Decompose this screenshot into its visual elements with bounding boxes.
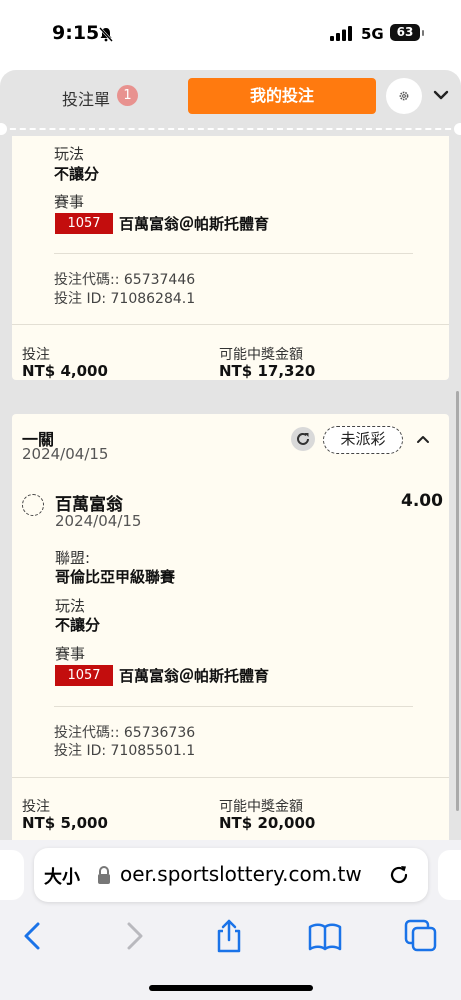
refresh-button[interactable] bbox=[291, 427, 315, 451]
forward-icon[interactable] bbox=[116, 918, 152, 954]
divider bbox=[54, 253, 413, 254]
play-value: 不讓分 bbox=[54, 165, 100, 183]
selection-status-icon bbox=[22, 494, 44, 516]
event-label: 賽事 bbox=[55, 645, 86, 663]
event-label: 賽事 bbox=[54, 193, 85, 211]
address-bar[interactable]: 大小 oer.sportslottery.com.tw bbox=[34, 848, 428, 902]
tabs-icon[interactable] bbox=[403, 918, 439, 954]
chevron-down-icon[interactable] bbox=[432, 88, 450, 102]
previous-tab-preview[interactable] bbox=[0, 850, 24, 900]
share-icon[interactable] bbox=[211, 918, 247, 954]
battery-icon: 63 bbox=[390, 24, 424, 41]
bell-muted-icon bbox=[99, 27, 113, 42]
event-number-badge: 1057 bbox=[55, 665, 113, 686]
bet-date: 2024/04/15 bbox=[22, 445, 109, 463]
status-badge: 未派彩 bbox=[323, 426, 403, 454]
tab-bet-slip[interactable]: 投注單 bbox=[62, 86, 110, 110]
scrollbar[interactable] bbox=[456, 391, 459, 811]
event-name: 百萬富翁＠帕斯托體育 bbox=[119, 667, 270, 685]
bets-list[interactable]: 玩法 不讓分 賽事 1057 百萬富翁＠帕斯托體育 投注代碼:: 6573744… bbox=[0, 136, 461, 840]
lock-icon bbox=[98, 866, 110, 884]
stake-value: NT$ 4,000 bbox=[22, 362, 108, 380]
event-name: 百萬富翁＠帕斯托體育 bbox=[119, 215, 270, 233]
tab-my-bets[interactable]: 我的投注 bbox=[188, 78, 376, 114]
ticket-notch-right bbox=[454, 123, 461, 135]
stake-label: 投注 bbox=[22, 347, 50, 363]
chevron-up-icon[interactable] bbox=[416, 434, 430, 444]
url-text[interactable]: oer.sportslottery.com.tw bbox=[120, 862, 372, 886]
stake-label: 投注 bbox=[22, 799, 50, 815]
stake-value: NT$ 5,000 bbox=[22, 814, 108, 832]
play-value: 不讓分 bbox=[55, 616, 101, 634]
next-tab-preview[interactable] bbox=[438, 850, 461, 900]
back-icon[interactable] bbox=[16, 918, 52, 954]
odds-value: 4.00 bbox=[401, 491, 443, 511]
divider bbox=[0, 128, 461, 130]
refresh-icon bbox=[297, 432, 309, 445]
sheet-header: 投注單 1 我的投注 bbox=[0, 70, 461, 128]
event-number-badge: 1057 bbox=[55, 213, 113, 234]
cell-signal-icon bbox=[330, 26, 352, 41]
selection-date: 2024/04/15 bbox=[55, 512, 142, 530]
gear-icon bbox=[399, 91, 409, 101]
status-bar: 9:15 5G 63 bbox=[0, 0, 461, 66]
play-label: 玩法 bbox=[54, 145, 85, 163]
bet-sheet: 投注單 1 我的投注 玩法 不讓分 賽事 1057 百萬富翁＠帕斯托體育 投注代… bbox=[0, 70, 461, 840]
bet-card: 一關 2024/04/15 未派彩 百萬富翁 2024/04/15 4.00 聯… bbox=[12, 414, 449, 840]
page-settings-button[interactable]: 大小 bbox=[44, 863, 80, 889]
bookmarks-icon[interactable] bbox=[307, 918, 343, 954]
bet-code: 投注代碼:: 65736736 bbox=[54, 725, 196, 741]
clock: 9:15 bbox=[52, 22, 100, 44]
browser-toolbar: 大小 oer.sportslottery.com.tw bbox=[0, 840, 461, 1000]
play-label: 玩法 bbox=[55, 597, 86, 615]
ticket-notch-left bbox=[0, 123, 7, 135]
payout-label: 可能中獎金額 bbox=[219, 799, 303, 815]
league-label: 聯盟: bbox=[55, 549, 91, 567]
reload-icon[interactable] bbox=[386, 862, 412, 888]
payout-value: NT$ 20,000 bbox=[219, 814, 316, 832]
bet-slip-count-badge: 1 bbox=[117, 85, 138, 106]
payout-label: 可能中獎金額 bbox=[219, 347, 303, 363]
divider bbox=[12, 324, 449, 325]
bet-id: 投注 ID: 71085501.1 bbox=[54, 743, 196, 759]
league-value: 哥倫比亞甲級聯賽 bbox=[55, 568, 176, 586]
network-type: 5G bbox=[361, 25, 384, 43]
divider bbox=[54, 706, 413, 707]
home-indicator bbox=[149, 985, 313, 991]
bet-card: 玩法 不讓分 賽事 1057 百萬富翁＠帕斯托體育 投注代碼:: 6573744… bbox=[12, 136, 449, 380]
settings-button[interactable] bbox=[386, 78, 422, 114]
bet-id: 投注 ID: 71086284.1 bbox=[54, 291, 196, 307]
divider bbox=[12, 777, 449, 778]
bet-code: 投注代碼:: 65737446 bbox=[54, 272, 196, 288]
payout-value: NT$ 17,320 bbox=[219, 362, 316, 380]
